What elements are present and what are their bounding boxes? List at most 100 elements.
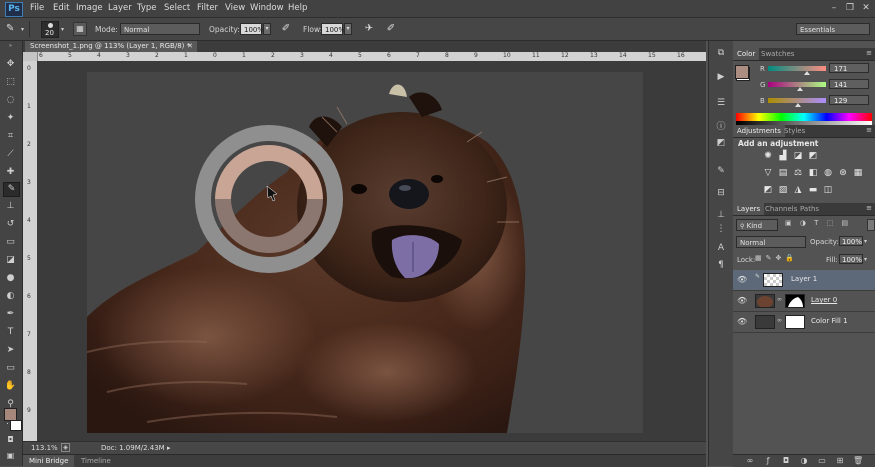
menu-layer[interactable]: Layer <box>108 3 132 13</box>
tool-presets-panel-icon[interactable]: ⋮ <box>714 223 728 236</box>
channel-mixer-icon[interactable]: ⊛ <box>837 168 849 179</box>
tab-color[interactable]: Color <box>733 48 760 60</box>
move-tool-icon[interactable]: ✥ <box>3 58 18 71</box>
dodge-tool-icon[interactable]: ◐ <box>3 290 18 303</box>
menu-file[interactable]: File <box>30 3 44 13</box>
rectangle-tool-icon[interactable]: ▭ <box>3 362 18 375</box>
menu-filter[interactable]: Filter <box>197 3 218 13</box>
link-icon[interactable]: ∞ <box>777 296 782 303</box>
chevron-down-icon[interactable]: ▾ <box>21 26 24 33</box>
brush-tool-icon[interactable]: ✎ <box>3 182 20 197</box>
document-tab[interactable]: Screenshot_1.png @ 113% (Layer 1, RGB/8)… <box>25 41 197 52</box>
close-tab-icon[interactable]: ✕ <box>187 41 193 52</box>
opacity-dropdown[interactable]: ▾ <box>263 23 271 35</box>
channel-slider-handle[interactable] <box>803 71 810 75</box>
foreground-color-swatch[interactable] <box>4 408 17 421</box>
tab-swatches[interactable]: Swatches <box>757 48 798 60</box>
layer-row[interactable]: 👁 ∞ Color Fill 1 <box>733 312 875 333</box>
panel-menu-icon[interactable]: ≡ <box>866 204 872 212</box>
status-menu-icon[interactable]: ▸ <box>167 444 171 452</box>
tab-layers[interactable]: Layers <box>733 203 765 215</box>
blend-mode-select[interactable]: Normal <box>736 236 806 248</box>
eyedropper-tool-icon[interactable]: ⟋ <box>3 148 18 161</box>
marquee-tool-icon[interactable]: ⬚ <box>3 76 18 89</box>
visibility-eye-icon[interactable]: 👁 <box>737 296 747 306</box>
layer-filter-icons[interactable]: ▣ ◑ T ⬚ ▤ <box>785 219 869 230</box>
tab-timeline[interactable]: Timeline <box>75 455 117 467</box>
fill-input[interactable]: 100% <box>839 254 863 264</box>
screen-mode-icon[interactable]: ▣ <box>3 449 18 462</box>
opacity-input[interactable]: 100% <box>240 23 264 35</box>
hand-tool-icon[interactable]: ✋ <box>3 380 18 393</box>
chevron-down-icon[interactable]: ▾ <box>61 26 64 33</box>
info-panel-icon[interactable]: ⓘ <box>714 121 728 134</box>
menu-select[interactable]: Select <box>164 3 190 13</box>
layer-row[interactable]: 👁 ∞ Layer 0 <box>733 291 875 312</box>
color-lookup-icon[interactable]: ▦ <box>852 168 864 179</box>
link-icon[interactable]: ∞ <box>777 317 782 324</box>
mode-select[interactable]: Normal <box>120 23 200 35</box>
toolbox-collapse-icon[interactable]: » <box>3 43 18 49</box>
brush-panel-icon[interactable]: ✎ <box>714 165 728 178</box>
selective-color-icon[interactable]: ◫ <box>822 185 834 196</box>
pen-tool-icon[interactable]: ✒ <box>3 308 18 321</box>
menu-help[interactable]: Help <box>288 3 307 13</box>
properties-panel-icon[interactable]: ☰ <box>714 97 728 110</box>
channel-value-input[interactable]: 171 <box>829 63 869 73</box>
clone-source-panel-icon[interactable]: ⊥ <box>714 209 728 222</box>
curves-icon[interactable]: ◪ <box>792 151 804 162</box>
channel-slider[interactable] <box>768 66 826 71</box>
link-layers-icon[interactable]: ∞ <box>745 456 755 466</box>
tab-adjustments[interactable]: Adjustments <box>733 125 785 137</box>
channel-slider-handle[interactable] <box>796 87 803 91</box>
status-info-icon[interactable]: ◈ <box>61 443 70 452</box>
workspace-select[interactable]: Essentials <box>796 23 870 35</box>
menu-edit[interactable]: Edit <box>53 3 69 13</box>
lock-icons[interactable]: ▦✎✥🔒 <box>755 254 798 262</box>
layer-row[interactable]: 👁 ✎ Layer 1 <box>733 270 875 291</box>
brush-preset-picker[interactable]: 20 <box>41 21 59 38</box>
threshold-icon[interactable]: ◮ <box>792 185 804 196</box>
invert-icon[interactable]: ◩ <box>762 185 774 196</box>
color-spectrum-bar[interactable] <box>736 113 872 121</box>
photo-filter-icon[interactable]: ◍ <box>822 168 834 179</box>
add-mask-icon[interactable]: ◘ <box>781 456 791 466</box>
layer-filter-kind-select[interactable]: ⚲ Kind <box>736 219 778 231</box>
levels-icon[interactable]: ▟ <box>777 151 789 162</box>
history-panel-icon[interactable]: ⧉ <box>714 47 728 60</box>
layer-style-icon[interactable]: ƒ <box>763 456 773 466</box>
exposure-icon[interactable]: ◩ <box>807 151 819 162</box>
posterize-icon[interactable]: ▨ <box>777 185 789 196</box>
flow-input[interactable]: 100% <box>321 23 345 35</box>
type-tool-icon[interactable]: T <box>3 326 18 339</box>
tab-mini-bridge[interactable]: Mini Bridge <box>23 455 75 467</box>
lasso-tool-icon[interactable]: ◌ <box>3 94 18 107</box>
clone-stamp-tool-icon[interactable]: ⊥ <box>3 200 18 213</box>
vibrance-icon[interactable]: ▽ <box>762 168 774 179</box>
gradient-map-icon[interactable]: ▬ <box>807 185 819 196</box>
black-white-icon[interactable]: ◧ <box>807 168 819 179</box>
flow-dropdown[interactable]: ▾ <box>344 23 352 35</box>
channel-value-input[interactable]: 129 <box>829 95 869 105</box>
quick-mask-icon[interactable]: ◘ <box>3 433 18 446</box>
paint-bucket-tool-icon[interactable]: ◪ <box>3 254 18 267</box>
foreground-color-indicator[interactable] <box>735 65 749 79</box>
airbrush-icon[interactable]: ✈ <box>362 22 376 36</box>
visibility-eye-icon[interactable]: 👁 <box>737 317 747 327</box>
pressure-opacity-icon[interactable]: ✐ <box>279 22 293 36</box>
menu-image[interactable]: Image <box>76 3 103 13</box>
hue-saturation-icon[interactable]: ▤ <box>777 168 789 179</box>
actions-panel-icon[interactable]: ▶ <box>714 71 728 84</box>
channel-value-input[interactable]: 141 <box>829 79 869 89</box>
path-selection-tool-icon[interactable]: ➤ <box>3 344 18 357</box>
healing-brush-tool-icon[interactable]: ✚ <box>3 166 18 179</box>
brush-panel-toggle-icon[interactable]: ▦ <box>73 22 87 36</box>
menu-window[interactable]: Window <box>250 3 284 13</box>
tab-paths[interactable]: Paths <box>796 203 823 215</box>
minimize-button[interactable]: – <box>827 2 841 14</box>
panel-menu-icon[interactable]: ≡ <box>866 49 872 57</box>
chevron-down-icon[interactable]: ▾ <box>864 256 867 263</box>
pressure-size-icon[interactable]: ✐ <box>384 22 398 36</box>
close-button[interactable]: ✕ <box>859 2 873 14</box>
blur-tool-icon[interactable]: ● <box>3 272 18 285</box>
